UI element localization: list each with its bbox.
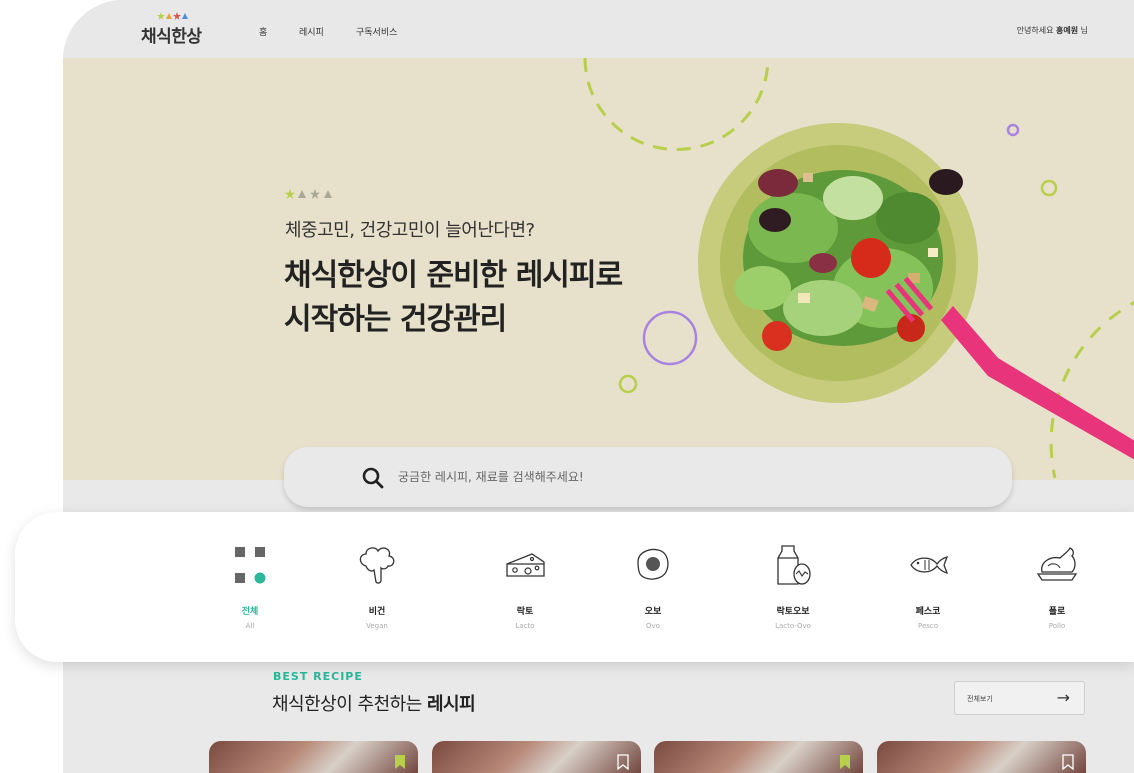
small-purple-circle — [1006, 123, 1020, 137]
best-title-bold: 레시피 — [426, 694, 476, 715]
broccoli-icon — [359, 547, 395, 584]
logo-shapes-icon — [157, 12, 188, 20]
logo-text: 채식한상 — [141, 27, 202, 47]
category-pollo[interactable]: 폴로 Pollo — [1017, 542, 1097, 642]
category-name: 오보 — [644, 607, 662, 617]
view-all-label: 전체보기 — [967, 695, 993, 703]
milk-egg-icon — [777, 545, 811, 585]
search-icon[interactable] — [362, 467, 384, 489]
recipe-card[interactable] — [209, 741, 418, 773]
fish-icon — [910, 556, 949, 574]
hero-title-line1: 채식한상이 준비한 레시피로 — [284, 258, 623, 293]
egg-icon — [637, 548, 669, 580]
category-name: 비건 — [368, 607, 386, 617]
best-recipe-label: BEST RECIPE — [273, 670, 363, 683]
category-en: Lacto-Ovo — [775, 622, 811, 630]
grid-icon — [235, 547, 266, 584]
greeting-prefix: 안녕하세요 — [1016, 26, 1056, 35]
category-pesco[interactable]: 페스코 Pesco — [888, 542, 968, 642]
category-name: 락토 — [516, 607, 534, 617]
category-vegan[interactable]: 비건 Vegan — [337, 542, 417, 642]
nav-subscription[interactable]: 구독서비스 — [356, 25, 397, 38]
search-input[interactable] — [398, 465, 958, 489]
recipe-card[interactable] — [877, 741, 1086, 773]
arrow-right-icon: → — [1056, 688, 1070, 707]
top-navbar: 채식한상 홈 레시피 구독서비스 안녕하세요 홍예원 님 — [63, 0, 1134, 58]
bookmark-outline-icon[interactable] — [1062, 754, 1074, 770]
category-en: Lacto — [515, 622, 535, 630]
category-panel: 전체 All 비건 Vegan 락토 Lacto 오보 Ovo 락토오보 Lac… — [15, 512, 1134, 662]
user-name: 홍예원 — [1056, 26, 1079, 35]
bookmark-outline-icon[interactable] — [617, 754, 629, 770]
category-all[interactable]: 전체 All — [210, 542, 290, 642]
hero-logo-shapes-icon — [285, 189, 332, 199]
category-name: 페스코 — [915, 607, 941, 617]
bookmark-filled-icon[interactable] — [394, 754, 406, 770]
hero-subtitle: 체중고민, 건강고민이 늘어난다면? — [285, 220, 535, 241]
view-all-button[interactable]: 전체보기 → — [954, 681, 1085, 715]
best-title-prefix: 채식한상이 추천하는 — [272, 694, 427, 715]
category-name: 전체 — [241, 607, 259, 617]
category-lacto-ovo[interactable]: 락토오보 Lacto-Ovo — [753, 542, 833, 642]
category-name: 폴로 — [1048, 607, 1066, 617]
large-purple-circle — [642, 310, 698, 366]
hero-banner: 체중고민, 건강고민이 늘어난다면? 채식한상이 준비한 레시피로 시작하는 건… — [63, 58, 1134, 480]
hero-title: 채식한상이 준비한 레시피로 시작하는 건강관리 — [284, 254, 623, 342]
category-ovo[interactable]: 오보 Ovo — [613, 542, 693, 642]
bookmark-filled-icon[interactable] — [839, 754, 851, 770]
chicken-icon — [1036, 547, 1078, 581]
category-en: All — [245, 622, 255, 630]
lime-ring — [618, 374, 638, 394]
small-lime-circle — [1040, 179, 1058, 197]
category-en: Pesco — [917, 622, 939, 630]
cheese-icon — [506, 553, 545, 577]
greeting-suffix: 님 — [1078, 26, 1088, 35]
user-greeting[interactable]: 안녕하세요 홍예원 님 — [1017, 25, 1088, 36]
search-bar[interactable] — [284, 447, 1012, 507]
recipe-card[interactable] — [432, 741, 641, 773]
logo[interactable]: 채식한상 — [141, 12, 203, 48]
category-en: Pollo — [1048, 622, 1066, 630]
nav-recipe[interactable]: 레시피 — [299, 25, 324, 38]
nav-home[interactable]: 홈 — [259, 25, 267, 38]
category-lacto[interactable]: 락토 Lacto — [485, 542, 565, 642]
hero-title-line2: 시작하는 건강관리 — [284, 302, 507, 337]
best-recipe-title: 채식한상이 추천하는 레시피 — [272, 690, 476, 716]
recipe-card[interactable] — [654, 741, 863, 773]
dashed-arc-top — [583, 58, 770, 151]
category-en: Vegan — [366, 622, 388, 630]
category-en: Ovo — [646, 622, 660, 630]
category-name: 락토오보 — [776, 607, 810, 617]
